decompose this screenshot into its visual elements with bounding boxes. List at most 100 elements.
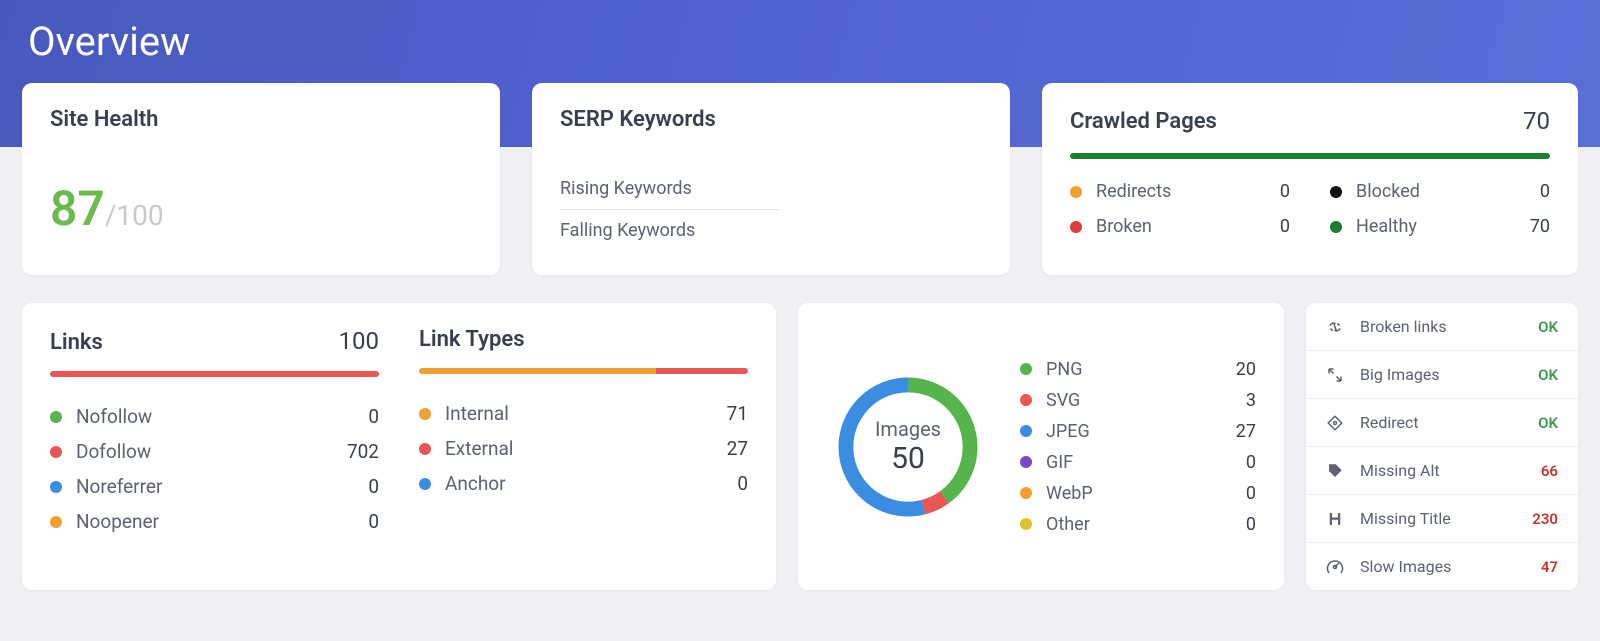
status-dot-icon: [1070, 221, 1082, 233]
legend-dot-icon: [50, 516, 62, 528]
legend-dot-icon: [419, 443, 431, 455]
image-legend-item[interactable]: PNG20: [1020, 354, 1256, 385]
legend-dot-icon: [1020, 363, 1032, 375]
check-row[interactable]: Missing Alt66: [1306, 447, 1578, 495]
links-column: Links 100 Nofollow0Dofollow702Noreferrer…: [50, 327, 379, 566]
detail-row: Links 100 Nofollow0Dofollow702Noreferrer…: [0, 275, 1600, 590]
item-value: 702: [347, 440, 379, 463]
list-item[interactable]: Nofollow 0: [50, 399, 379, 434]
crawled-stat[interactable]: Healthy 70: [1330, 216, 1550, 237]
link-types-title: Link Types: [419, 327, 525, 352]
link-types-bar: [419, 368, 748, 374]
check-label: Slow Images: [1360, 557, 1451, 576]
donut-label: Images: [875, 417, 941, 441]
summary-row: Site Health 87/100 SERP Keywords Rising …: [0, 83, 1600, 275]
item-label: Nofollow: [76, 405, 152, 428]
tag-icon: [1326, 462, 1344, 480]
item-value: 0: [368, 405, 379, 428]
crawled-stat[interactable]: Blocked 0: [1330, 181, 1550, 202]
legend-dot-icon: [50, 411, 62, 423]
check-row[interactable]: RedirectOK: [1306, 399, 1578, 447]
heading-icon: [1326, 510, 1344, 528]
list-item[interactable]: Noreferrer0: [50, 469, 379, 504]
crawl-value: 70: [1530, 216, 1550, 237]
list-item[interactable]: Anchor0: [419, 466, 748, 501]
list-item[interactable]: Noopener0: [50, 504, 379, 539]
links-list: Nofollow 0 Dofollow702Noreferrer0Noopener0: [50, 399, 379, 539]
legend-dot-icon: [50, 481, 62, 493]
check-label: Missing Title: [1360, 509, 1451, 528]
item-label: Noreferrer: [76, 475, 162, 498]
image-legend-item[interactable]: JPEG 27: [1020, 416, 1256, 447]
serp-rising[interactable]: Rising Keywords: [560, 168, 780, 210]
crawled-total: 70: [1523, 107, 1550, 135]
check-value: 230: [1532, 510, 1558, 528]
item-label: Anchor: [445, 472, 506, 495]
gauge-icon: [1326, 558, 1344, 576]
img-type-label: PNG: [1046, 359, 1082, 380]
site-health-score: 87/100: [50, 180, 472, 237]
check-row[interactable]: Big Images OK: [1306, 351, 1578, 399]
links-card[interactable]: Links 100 Nofollow0Dofollow702Noreferrer…: [22, 303, 776, 590]
serp-keywords-card[interactable]: SERP Keywords Rising Keywords Falling Ke…: [532, 83, 1010, 275]
crawled-stat[interactable]: Broken0: [1070, 216, 1290, 237]
image-legend-item[interactable]: Other0: [1020, 509, 1256, 540]
image-legend-item[interactable]: SVG3: [1020, 385, 1256, 416]
legend-dot-icon: [1020, 487, 1032, 499]
legend-dot-icon: [1020, 456, 1032, 468]
status-dot-icon: [1330, 221, 1342, 233]
check-value: 66: [1541, 462, 1558, 480]
checks-panel: Broken linksOKBig ImagesOKRedirectOKMiss…: [1306, 303, 1578, 590]
crawl-value: 0: [1280, 216, 1290, 237]
score-value: 87: [50, 180, 105, 237]
link-types-column: Link Types Internal71External27Anchor0: [419, 327, 748, 566]
page-title: Overview: [28, 18, 1572, 65]
status-dot-icon: [1330, 186, 1342, 198]
links-title: Links: [50, 330, 103, 355]
img-type-label: JPEG: [1046, 421, 1090, 442]
image-legend-item[interactable]: GIF 0: [1020, 447, 1256, 478]
check-row[interactable]: Slow Images47: [1306, 543, 1578, 590]
crawled-stat[interactable]: Redirects0: [1070, 181, 1290, 202]
crawl-label: Healthy: [1356, 216, 1417, 237]
legend-dot-icon: [1020, 518, 1032, 530]
check-label: Big Images: [1360, 365, 1440, 384]
crawl-label: Blocked: [1356, 181, 1420, 202]
unlink-icon: [1326, 318, 1344, 336]
check-row[interactable]: Broken links OK: [1306, 303, 1578, 351]
check-value: OK: [1538, 318, 1558, 336]
status-dot-icon: [1070, 186, 1082, 198]
image-legend-item[interactable]: WebP0: [1020, 478, 1256, 509]
crawled-pages-card[interactable]: Crawled Pages 70 Redirects0Blocked0Broke…: [1042, 83, 1578, 275]
legend-dot-icon: [1020, 394, 1032, 406]
site-health-card[interactable]: Site Health 87/100: [22, 83, 500, 275]
img-type-value: 0: [1246, 452, 1256, 473]
images-legend: PNG20SVG3JPEG27GIF0WebP0Other0: [1020, 354, 1256, 540]
img-type-label: Other: [1046, 514, 1090, 535]
images-card[interactable]: Images 50 PNG20SVG3JPEG27GIF0WebP0Other0: [798, 303, 1284, 590]
diamond-icon: [1326, 414, 1344, 432]
item-label: External: [445, 437, 513, 460]
list-item[interactable]: Internal71: [419, 396, 748, 431]
list-item[interactable]: External27: [419, 431, 748, 466]
legend-dot-icon: [1020, 425, 1032, 437]
images-donut-chart: Images 50: [826, 365, 990, 529]
serp-title: SERP Keywords: [560, 107, 982, 132]
img-type-label: GIF: [1046, 452, 1073, 473]
item-label: Noopener: [76, 510, 159, 533]
crawled-title: Crawled Pages: [1070, 109, 1217, 134]
item-value: 71: [727, 402, 748, 425]
site-health-title: Site Health: [50, 107, 472, 132]
check-row[interactable]: Missing Title 230: [1306, 495, 1578, 543]
img-type-value: 3: [1246, 390, 1256, 411]
expand-icon: [1326, 366, 1344, 384]
img-type-value: 27: [1236, 421, 1256, 442]
check-value: OK: [1538, 366, 1558, 384]
serp-falling[interactable]: Falling Keywords: [560, 210, 780, 251]
img-type-value: 0: [1246, 483, 1256, 504]
crawl-value: 0: [1540, 181, 1550, 202]
check-label: Broken links: [1360, 317, 1447, 336]
list-item[interactable]: Dofollow702: [50, 434, 379, 469]
legend-dot-icon: [50, 446, 62, 458]
donut-total: 50: [891, 441, 925, 476]
